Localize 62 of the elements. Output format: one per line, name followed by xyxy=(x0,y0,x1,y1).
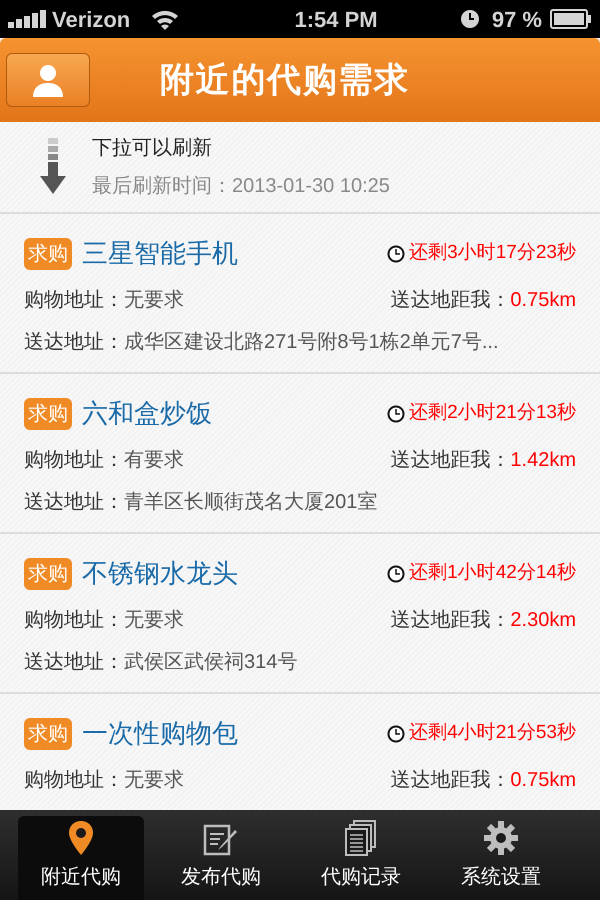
request-tag: 求购 xyxy=(24,398,72,430)
address-value: 成华区建设北路271号附8号1栋2单元7号... xyxy=(124,330,499,355)
request-tag: 求购 xyxy=(24,238,72,270)
page-title: 附近的代购需求 xyxy=(160,60,410,100)
item-title: 六和盒炒饭 xyxy=(82,397,212,430)
carrier-name: Verizon xyxy=(52,6,130,34)
time-remaining: 还剩4小时21分53秒 xyxy=(409,721,576,746)
down-arrow-icon xyxy=(40,138,66,196)
battery-icon xyxy=(550,9,592,29)
tab-item[interactable]: 代购记录 xyxy=(298,816,424,900)
distance-label: 送达地距我： xyxy=(390,768,510,793)
wifi-icon xyxy=(150,8,180,30)
item-title: 不锈钢水龙头 xyxy=(82,557,238,590)
distance-value: 0.75km xyxy=(510,288,576,313)
alarm-icon xyxy=(460,9,480,29)
shop-value: 无要求 xyxy=(124,288,184,313)
shop-value: 有要求 xyxy=(124,448,184,473)
map-pin-icon xyxy=(68,820,94,856)
address-value: 武侯区武侯祠314号 xyxy=(124,650,298,675)
battery-percent: 97 % xyxy=(492,6,542,34)
profile-button[interactable] xyxy=(6,53,90,107)
request-card[interactable]: 求购 三星智能手机 还剩3小时17分23秒 购物地址：无要求 送达地距我：0.75km 送达地址：成华区建设北路271号附8号1栋2单元7号... xyxy=(0,212,600,372)
distance-value: 2.30km xyxy=(510,608,576,633)
request-card[interactable]: 求购 六和盒炒饭 还剩2小时21分13秒 购物地址：有要求 送达地距我：1.42km 送达地址：青羊区长顺街茂名大厦201室 xyxy=(0,372,600,532)
clock-icon xyxy=(387,564,406,582)
shop-value: 无要求 xyxy=(124,608,184,633)
clock-icon xyxy=(387,724,406,742)
shop-label: 购物地址： xyxy=(24,608,124,633)
time-remaining: 还剩3小时17分23秒 xyxy=(409,241,576,266)
shop-label: 购物地址： xyxy=(24,448,124,473)
notepad-pencil-icon xyxy=(203,822,239,856)
address-value: 青羊区长顺街茂名大厦201室 xyxy=(124,490,378,515)
time-remaining: 还剩1小时42分14秒 xyxy=(409,561,576,586)
tab-item[interactable]: 发布代购 xyxy=(158,816,284,900)
item-title: 三星智能手机 xyxy=(82,237,238,270)
request-card[interactable]: 求购 不锈钢水龙头 还剩1小时42分14秒 购物地址：无要求 送达地距我：2.30km 送达地址：武侯区武侯祠314号 xyxy=(0,532,600,692)
request-tag: 求购 xyxy=(24,718,72,750)
distance-label: 送达地距我： xyxy=(390,288,510,313)
signal-icon xyxy=(8,10,48,28)
time-remaining: 还剩2小时21分13秒 xyxy=(409,401,576,426)
shop-value: 无要求 xyxy=(124,768,184,793)
settings-icon xyxy=(483,820,519,856)
distance-label: 送达地距我： xyxy=(390,608,510,633)
pull-hint: 下拉可以刷新 xyxy=(92,136,213,161)
clock-icon xyxy=(387,404,406,422)
shop-label: 购物地址： xyxy=(24,288,124,313)
document-stack-icon xyxy=(345,820,377,856)
tab-item[interactable]: 系统设置 xyxy=(438,816,564,900)
address-label: 送达地址： xyxy=(24,650,124,675)
clock-time: 1:54 PM xyxy=(293,6,378,34)
person-icon xyxy=(31,63,65,97)
distance-label: 送达地距我： xyxy=(390,448,510,473)
last-refresh-time: 最后刷新时间：2013-01-30 10:25 xyxy=(92,174,390,199)
address-label: 送达地址： xyxy=(24,490,124,515)
item-title: 一次性购物包 xyxy=(82,717,238,750)
distance-value: 1.42km xyxy=(510,448,576,473)
distance-value: 0.75km xyxy=(510,768,576,793)
tab-item[interactable]: 附近代购 xyxy=(18,816,144,900)
address-label: 送达地址： xyxy=(24,330,124,355)
request-tag: 求购 xyxy=(24,558,72,590)
shop-label: 购物地址： xyxy=(24,768,124,793)
clock-icon xyxy=(387,244,406,262)
